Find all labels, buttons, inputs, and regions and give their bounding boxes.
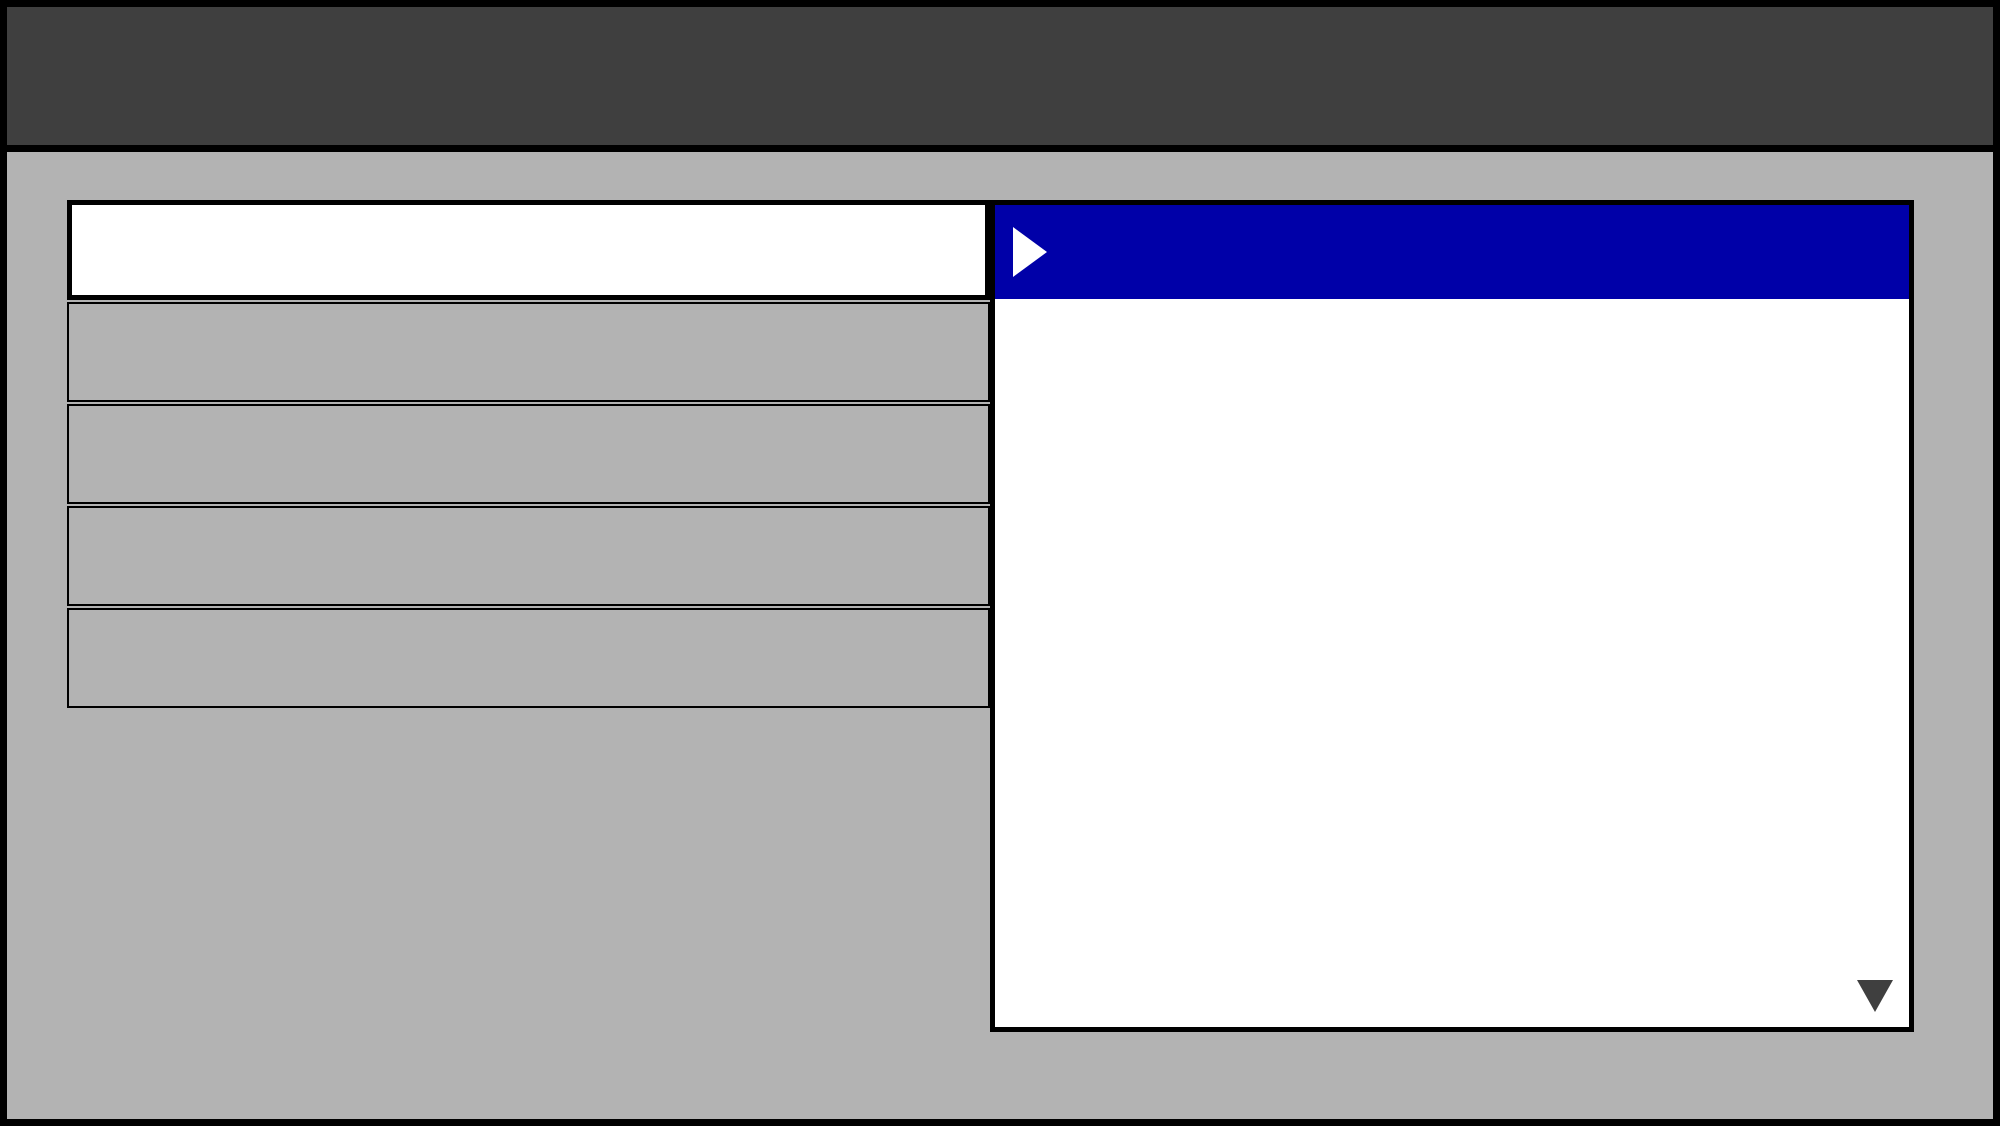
menu-item-2[interactable] <box>67 404 990 504</box>
submenu-panel <box>990 200 1913 1032</box>
menu-item-1[interactable] <box>67 302 990 402</box>
menu-item-0[interactable] <box>67 200 990 300</box>
titlebar <box>7 7 1993 152</box>
menu-item-3[interactable] <box>67 506 990 606</box>
main-menu <box>67 200 990 710</box>
content-area <box>7 152 1993 1119</box>
triangle-down-icon[interactable] <box>1855 976 1895 1021</box>
submenu-header[interactable] <box>995 205 1908 299</box>
app-window <box>0 0 2000 1126</box>
play-icon <box>1013 227 1047 277</box>
submenu-body <box>995 299 1908 1027</box>
menu-item-4[interactable] <box>67 608 990 708</box>
